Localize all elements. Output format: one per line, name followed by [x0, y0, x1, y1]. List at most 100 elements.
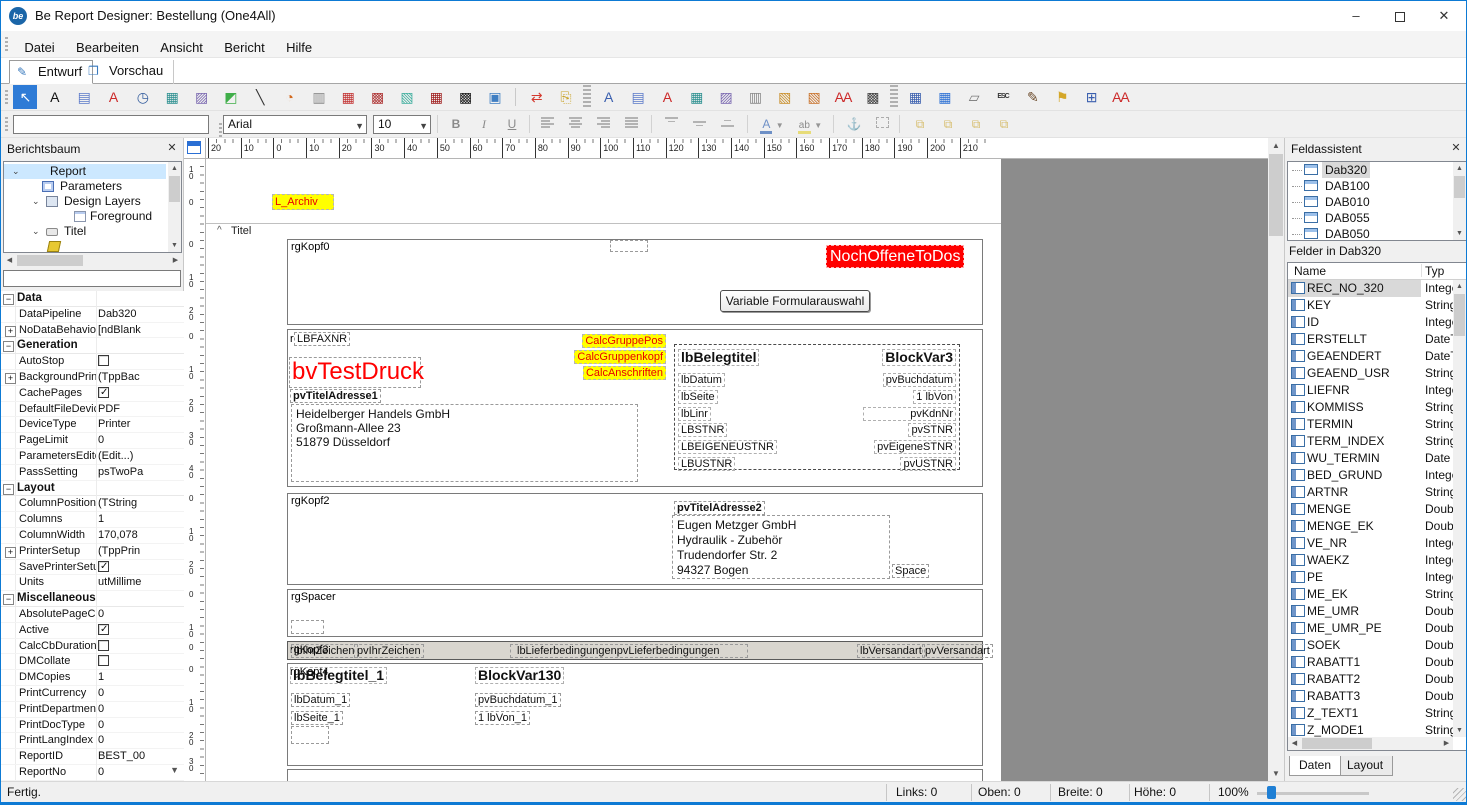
chevron-down-icon[interactable]: ⌄: [32, 224, 40, 239]
field-row[interactable]: LIEFNR Integer: [1288, 382, 1453, 399]
property-row[interactable]: CalcCbDurations: [1, 639, 184, 655]
db-chart-icon[interactable]: ▧: [772, 85, 796, 109]
field-row[interactable]: WU_TERMIN Date: [1288, 450, 1453, 467]
highlight-button[interactable]: ab ▼: [793, 114, 827, 135]
field-row[interactable]: ARTNR String: [1288, 484, 1453, 501]
property-value[interactable]: [98, 355, 109, 366]
db-region-icon[interactable]: ▥: [743, 85, 767, 109]
anchor-button[interactable]: ⚓: [841, 114, 867, 135]
property-row[interactable]: CachePages: [1, 386, 184, 402]
band-rgkopf2[interactable]: rgKopf2 pvTitelAdresse2 Eugen Metzger Gm…: [287, 493, 983, 585]
border-box-button[interactable]: [869, 114, 895, 135]
scroll-up-icon[interactable]: ▲: [1453, 162, 1466, 175]
property-row[interactable]: AbsolutePageCour 0: [1, 607, 184, 623]
autosize-icon[interactable]: AA: [831, 85, 855, 109]
db-richtext-icon[interactable]: A: [655, 85, 679, 109]
property-row[interactable]: PrintLangIndex 0: [1, 733, 184, 749]
scroll-right-icon[interactable]: ▶: [169, 254, 182, 267]
bold-button[interactable]: B: [443, 114, 469, 135]
property-row[interactable]: PrintDocType 0: [1, 718, 184, 734]
calc-gruppenkopf-label[interactable]: CalcGruppenkopf: [574, 350, 666, 364]
menu-hilfe[interactable]: Hilfe: [277, 34, 321, 61]
scroll-thumb[interactable]: [169, 176, 180, 202]
db-code2d-icon[interactable]: ▩: [860, 85, 884, 109]
minimize-button[interactable]: –: [1334, 1, 1378, 31]
menubar-grip[interactable]: [5, 37, 8, 52]
property-value[interactable]: (TString: [98, 497, 183, 510]
underline-button[interactable]: U: [499, 114, 525, 135]
datagrid-icon[interactable]: ▦: [932, 85, 956, 109]
testdruck-label[interactable]: bvTestDruck: [289, 357, 421, 388]
font-grip[interactable]: [219, 123, 222, 138]
zoom-slider-thumb[interactable]: [1267, 786, 1276, 799]
property-value[interactable]: 0: [98, 608, 183, 621]
property-value[interactable]: psTwoPa: [98, 466, 183, 479]
field-row[interactable]: REC_NO_320 Integer: [1288, 280, 1453, 297]
scroll-left-icon[interactable]: ◀: [1288, 737, 1301, 750]
calc-anschriften-label[interactable]: CalcAnschriften: [583, 366, 666, 380]
lieferbedingungen-label[interactable]: lbLieferbedingungen: [513, 645, 617, 657]
property-row[interactable]: DefaultFileDeviceT PDF: [1, 402, 184, 418]
tab-vorschau[interactable]: ❐ Vorschau: [81, 60, 174, 84]
titeladresse2-label[interactable]: pvTitelAdresse2: [674, 501, 765, 515]
property-row[interactable]: ReportNo 0: [1, 765, 184, 781]
property-row[interactable]: AutoStop: [1, 354, 184, 370]
db-memo-icon[interactable]: ▤: [626, 85, 650, 109]
column-name[interactable]: Name: [1294, 264, 1326, 278]
tab-layout[interactable]: Layout: [1337, 756, 1393, 776]
property-value[interactable]: (TppPrin: [98, 545, 183, 558]
versandart-label[interactable]: lbVersandart: [857, 644, 925, 658]
property-value[interactable]: [98, 387, 109, 398]
seite1-label[interactable]: lbSeite_1: [291, 711, 343, 725]
memo-tool-icon[interactable]: ▤: [72, 85, 96, 109]
valign-bottom-button[interactable]: [715, 114, 741, 135]
field-row[interactable]: ID Integer: [1288, 314, 1453, 331]
table-item[interactable]: DAB050: [1288, 226, 1466, 241]
report-tree-close-icon[interactable]: ✕: [165, 141, 179, 155]
tab-daten[interactable]: Daten: [1289, 756, 1341, 776]
field-row[interactable]: ERSTELLT DateTime: [1288, 331, 1453, 348]
field-row[interactable]: TERM_INDEX String: [1288, 433, 1453, 450]
band-rgkopf0[interactable]: rgKopf0 NochOffeneToDos Variable Formula…: [287, 239, 983, 325]
property-value[interactable]: 0: [98, 703, 183, 716]
db-chart2-icon[interactable]: ▧: [802, 85, 826, 109]
field-row[interactable]: GEAENDERT DateTime: [1288, 348, 1453, 365]
band-rgkopf4[interactable]: rgKopf4 lbBelegtitel_1 BlockVar130 lbDat…: [287, 663, 983, 766]
block-value[interactable]: 1 lbVon: [913, 390, 956, 404]
block-value[interactable]: pvEigeneSTNR: [874, 440, 956, 454]
property-value[interactable]: 0: [98, 719, 183, 732]
empty-label[interactable]: [610, 240, 648, 252]
property-row[interactable]: DataPipeline Dab320: [1, 307, 184, 323]
tree-item-report[interactable]: ⌄ Report: [4, 164, 166, 179]
field-row[interactable]: KEY String: [1288, 297, 1453, 314]
property-value[interactable]: PDF: [98, 403, 183, 416]
block-value[interactable]: pvSTNR: [908, 423, 956, 437]
tree-hscrollbar[interactable]: ◀ ▶: [3, 254, 182, 267]
select-tool-icon[interactable]: ↖: [13, 85, 37, 109]
field-row[interactable]: Z_MODE1 String: [1288, 722, 1453, 739]
pagebreak-icon[interactable]: ▱: [962, 85, 986, 109]
tree-filter-input[interactable]: [3, 270, 181, 287]
property-value[interactable]: BEST_00: [98, 750, 183, 763]
line-tool-icon[interactable]: ╲: [248, 85, 272, 109]
field-row[interactable]: GEAEND_USR String: [1288, 365, 1453, 382]
property-row[interactable]: PrintCurrency 0: [1, 686, 184, 702]
property-value[interactable]: [98, 561, 109, 572]
picture-tool-icon[interactable]: ▣: [483, 85, 507, 109]
property-row[interactable]: ColumnWidth 170,078: [1, 528, 184, 544]
property-row[interactable]: Layout: [1, 481, 184, 497]
align-left-button[interactable]: [535, 114, 561, 135]
field-assistant-close-icon[interactable]: ✕: [1449, 141, 1463, 155]
block-value[interactable]: pvUSTNR: [900, 457, 956, 471]
form-select-button[interactable]: Variable Formularauswahl: [720, 290, 870, 312]
move-forward-button[interactable]: ⧉: [963, 114, 989, 135]
property-row[interactable]: PageLimit 0: [1, 433, 184, 449]
collapse-caret-icon[interactable]: ^: [217, 225, 222, 236]
scroll-up-icon[interactable]: ▲: [168, 162, 181, 175]
align-right-button[interactable]: [591, 114, 617, 135]
subreport-icon[interactable]: ▦: [903, 85, 927, 109]
property-row[interactable]: DMCollate: [1, 654, 184, 670]
crosstab-icon[interactable]: ⊞: [1079, 85, 1103, 109]
property-row[interactable]: Active: [1, 623, 184, 639]
field-row[interactable]: KOMMISS String: [1288, 399, 1453, 416]
